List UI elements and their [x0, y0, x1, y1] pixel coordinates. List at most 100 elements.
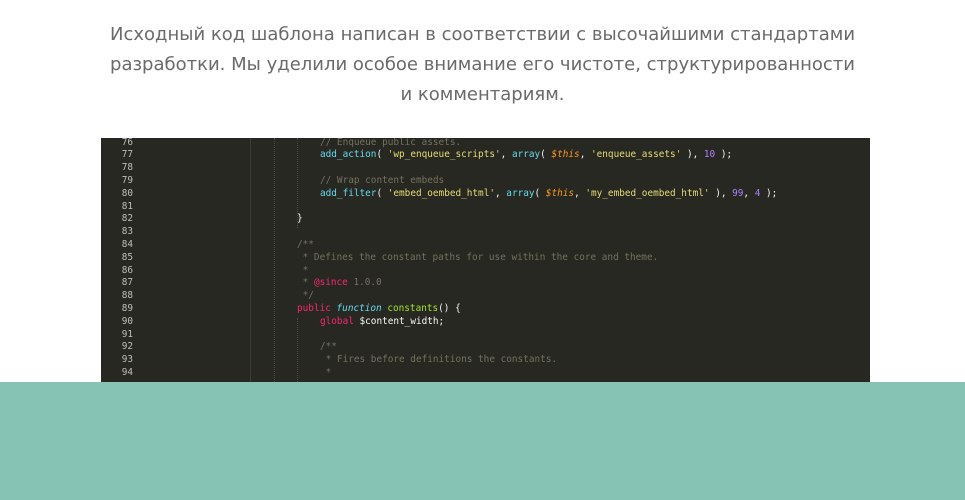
code-line: 88 */ — [101, 290, 870, 303]
line-number: 91 — [121, 328, 133, 340]
code-token: 'enqueue_assets' — [591, 149, 682, 161]
code-token: array — [511, 149, 541, 161]
code-token: 1.0.0 — [347, 277, 382, 289]
code-text: * — [297, 264, 309, 278]
teal-section-band — [0, 382, 965, 500]
code-text: /** — [320, 341, 337, 354]
code-line: 90 global $content_width; — [101, 316, 870, 329]
source-code-screenshot: 76// Enqueue public assets. 77 add_action(… — [101, 138, 870, 382]
line-number: 88 — [121, 290, 133, 302]
code-token: /** — [320, 341, 337, 353]
code-token: function — [336, 302, 382, 314]
line-number: 90 — [121, 315, 133, 327]
code-token: ( — [376, 187, 388, 199]
code-token: , — [574, 187, 586, 199]
code-token: */ — [297, 290, 314, 302]
line-number: 92 — [121, 341, 133, 353]
code-token: ( — [540, 149, 552, 161]
line-number: 76 — [121, 138, 133, 148]
code-token: // Wrap content embeds — [320, 174, 445, 186]
code-line: 83 — [101, 226, 870, 239]
code-line: 82} — [101, 213, 870, 226]
code-line: 81 — [101, 201, 870, 214]
code-token: * Defines the constant paths for use wit… — [297, 251, 659, 263]
code-token: 'wp_enqueue_scripts' — [387, 149, 501, 161]
code-line: 92 /** — [101, 341, 870, 354]
code-token: 'embed_oembed_html' — [387, 187, 495, 199]
code-line: 91 — [101, 329, 870, 342]
code-token: ); — [760, 187, 778, 199]
code-token: public — [297, 302, 331, 314]
line-number: 82 — [121, 213, 133, 225]
code-token: array — [506, 187, 535, 199]
code-text: * Fires before definitions the constants… — [320, 354, 557, 367]
line-number: 93 — [121, 354, 133, 366]
line-number: 78 — [121, 162, 133, 174]
code-token: @since — [313, 277, 348, 289]
code-text: * — [320, 366, 332, 380]
code-text: * @since 1.0.0 — [297, 277, 382, 290]
code-line: 93 * Fires before definitions the consta… — [101, 354, 870, 367]
code-token: $this — [551, 149, 580, 161]
code-text: * Defines the constant paths for use wit… — [297, 251, 659, 265]
code-line: 79 // Wrap content embeds — [101, 175, 870, 188]
code-line: 84 /** — [101, 239, 870, 252]
section-description: Исходный код шаблона написан в соответст… — [110, 24, 856, 105]
code-token: ); — [715, 149, 733, 161]
code-line: 87 * @since 1.0.0 — [101, 277, 870, 290]
code-token: * — [297, 264, 309, 276]
code-line: 80 add_filter( 'embed_oembed_html', array… — [101, 188, 870, 201]
line-number: 84 — [121, 238, 133, 250]
code-token: global — [320, 315, 354, 327]
code-line: 94 * — [101, 367, 870, 380]
code-token: ( — [534, 187, 546, 199]
code-text: } — [297, 213, 303, 226]
code-token: ), — [681, 149, 704, 161]
code-token: * — [320, 366, 332, 378]
line-number: 83 — [121, 226, 133, 238]
line-number: 80 — [121, 187, 133, 199]
code-text: /** — [297, 239, 314, 252]
code-token: ), — [709, 187, 733, 199]
line-number: 81 — [121, 200, 133, 212]
code-text: add_action( 'wp_enqueue_scripts', array(… — [320, 149, 732, 162]
code-token: /** — [297, 238, 314, 250]
code-token: ( — [376, 149, 388, 161]
code-text: // Enqueue public assets. — [320, 138, 461, 149]
code-text: */ — [297, 290, 314, 303]
code-token: } — [297, 213, 303, 225]
code-text: public function constants() { — [297, 303, 461, 316]
code-token: , — [495, 187, 507, 199]
code-text: // Wrap content embeds — [320, 175, 444, 188]
line-number: 89 — [121, 302, 133, 314]
code-line: 89 public function constants() { — [101, 303, 870, 316]
code-token: add_filter — [320, 187, 377, 199]
code-token: * — [297, 277, 314, 289]
code-token: // Enqueue public assets. — [320, 138, 462, 148]
line-number: 85 — [121, 251, 133, 263]
code-token: 'my_embed_oembed_html' — [585, 187, 710, 199]
code-token: add_action — [320, 149, 377, 161]
line-number: 86 — [121, 264, 133, 276]
code-text: add_filter( 'embed_oembed_html', array( … — [320, 188, 777, 201]
code-line: 85 * Defines the constant paths for use … — [101, 252, 870, 265]
code-token: * Fires before definitions the constants… — [320, 354, 558, 366]
code-token: () { — [438, 302, 461, 314]
code-token: , — [500, 149, 512, 161]
code-token: $this — [545, 187, 575, 199]
code-line: 86 * — [101, 265, 870, 278]
line-number: 94 — [121, 366, 133, 378]
code-text: global $content_width; — [320, 316, 444, 329]
line-number: 77 — [121, 149, 133, 161]
code-line: 77 add_action( 'wp_enqueue_scripts', arra… — [101, 149, 870, 162]
code-token: constants — [387, 302, 439, 314]
line-number: 79 — [121, 174, 133, 186]
code-token: 10 — [703, 149, 716, 161]
code-token: $content_width; — [353, 315, 445, 327]
code-line: 78 — [101, 162, 870, 175]
code-line: 76 // Enqueue public assets. — [101, 138, 870, 149]
code-token: 99 — [732, 187, 744, 199]
line-number: 87 — [121, 277, 133, 289]
code-token: , — [743, 187, 755, 199]
code-token: , — [579, 149, 591, 161]
